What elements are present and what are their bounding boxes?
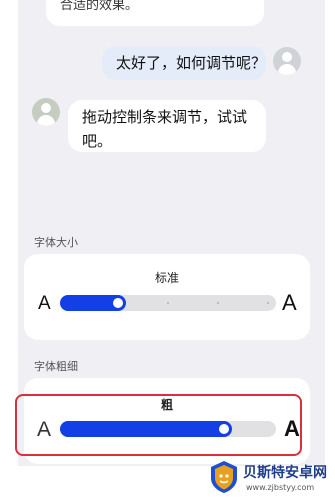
font-size-section-label: 字体大小 bbox=[34, 236, 78, 249]
font-weight-section-label: 字体粗细 bbox=[34, 360, 78, 373]
font-size-slider-thumb[interactable] bbox=[113, 298, 123, 308]
slider-step-tick bbox=[267, 302, 269, 304]
watermark-logo-icon bbox=[211, 461, 237, 493]
assistant-avatar-icon bbox=[32, 98, 60, 126]
slider-step-tick bbox=[167, 302, 169, 304]
assistant-message-bubble: 拖动控制条来调节，试试吧。 bbox=[68, 100, 266, 152]
user-avatar-icon bbox=[273, 47, 301, 75]
watermark-title: 贝斯特安卓网 bbox=[243, 465, 327, 481]
previous-message-bubble: 合适的效果。 bbox=[46, 0, 264, 26]
user-message-text: 太好了，如何调节呢？ bbox=[116, 54, 267, 72]
font-size-slider[interactable] bbox=[60, 295, 276, 311]
user-message-bubble: 太好了，如何调节呢？ bbox=[102, 46, 266, 80]
font-size-large-a-icon: A bbox=[282, 290, 297, 315]
slider-step-tick bbox=[217, 302, 219, 304]
assistant-message-text: 拖动控制条来调节，试试吧。 bbox=[82, 108, 248, 150]
previous-message-text: 合适的效果。 bbox=[60, 0, 139, 13]
font-size-small-a-icon: A bbox=[38, 293, 51, 314]
font-size-level-label: 标准 bbox=[154, 271, 179, 285]
font-size-card: 标准 A A bbox=[24, 254, 310, 340]
highlight-box bbox=[15, 394, 302, 456]
watermark-url: www.zjbstyy.com bbox=[246, 483, 315, 492]
